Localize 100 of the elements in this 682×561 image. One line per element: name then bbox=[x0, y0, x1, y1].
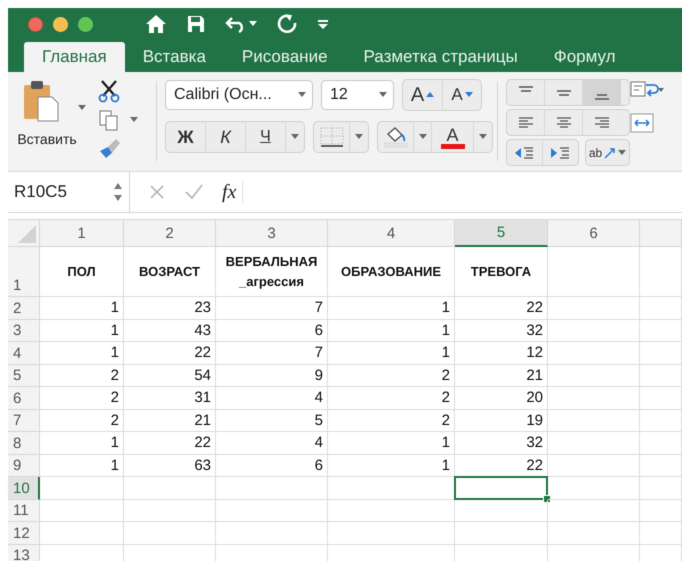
align-bottom-button[interactable] bbox=[583, 80, 621, 105]
merge-cells-icon[interactable] bbox=[630, 113, 654, 133]
scissors-icon[interactable] bbox=[98, 79, 120, 103]
font-name-field[interactable]: Calibri (Осн... bbox=[165, 80, 313, 110]
table-cell: 19 bbox=[455, 410, 548, 432]
ribbon-tab[interactable]: Рисование bbox=[224, 42, 346, 72]
ribbon-tab[interactable]: Разметка страницы bbox=[346, 42, 536, 72]
font-size-field[interactable]: 12 bbox=[321, 80, 394, 110]
table-cell: 2 bbox=[40, 410, 124, 432]
table-cell: 9 bbox=[216, 364, 328, 387]
column-header[interactable]: 6 bbox=[548, 220, 640, 247]
caret-icon bbox=[418, 134, 426, 140]
column-header[interactable]: 2 bbox=[124, 220, 216, 247]
table-cell bbox=[640, 247, 682, 297]
paint-bucket-icon bbox=[382, 126, 410, 148]
align-right-icon bbox=[593, 116, 611, 130]
table-cell bbox=[640, 454, 682, 477]
row-header[interactable]: 6 bbox=[8, 387, 40, 410]
increase-indent-icon bbox=[550, 146, 570, 160]
color-bar bbox=[440, 144, 464, 148]
table-cell bbox=[640, 522, 682, 544]
table-cell: 1 bbox=[328, 320, 455, 342]
underline-button[interactable]: Ч bbox=[246, 122, 286, 152]
row-header[interactable]: 2 bbox=[8, 297, 40, 320]
customize-icon[interactable] bbox=[317, 19, 329, 29]
table-cell bbox=[640, 342, 682, 364]
caret-icon[interactable] bbox=[249, 21, 257, 27]
up-triangle-icon bbox=[426, 92, 434, 98]
orientation-button[interactable]: ab bbox=[586, 140, 629, 165]
table-cell: 1 bbox=[328, 342, 455, 364]
table-cell: 32 bbox=[455, 432, 548, 454]
table-cell: 1 bbox=[328, 454, 455, 477]
italic-button[interactable]: К bbox=[206, 122, 246, 152]
table-cell: 1 bbox=[40, 342, 124, 364]
caret-icon[interactable] bbox=[298, 92, 306, 98]
copy-icon[interactable] bbox=[98, 109, 120, 131]
caret-icon[interactable] bbox=[78, 105, 86, 111]
insert-function-button[interactable]: fx bbox=[222, 180, 236, 204]
row-header[interactable]: 13 bbox=[8, 544, 40, 561]
format-painter-icon[interactable] bbox=[98, 137, 122, 159]
column-header[interactable]: 4 bbox=[328, 220, 455, 247]
table-cell: 32 bbox=[455, 320, 548, 342]
table-cell bbox=[640, 500, 682, 522]
minimize-button[interactable] bbox=[53, 16, 68, 32]
column-header[interactable]: 1 bbox=[40, 220, 124, 247]
caret-icon[interactable] bbox=[130, 117, 138, 123]
redo-icon[interactable] bbox=[277, 14, 297, 34]
caret-icon bbox=[355, 134, 363, 140]
column-header[interactable]: 5 bbox=[455, 220, 548, 247]
grow-font-button[interactable]: A bbox=[403, 80, 443, 110]
table-cell bbox=[640, 410, 682, 432]
ribbon-tab[interactable]: Формул bbox=[536, 42, 634, 72]
table-cell: 54 bbox=[124, 364, 216, 387]
table-cell: 2 bbox=[40, 387, 124, 410]
table-cell: 1 bbox=[328, 432, 455, 454]
table-cell bbox=[640, 297, 682, 320]
paste-button[interactable]: Вставить bbox=[17, 131, 77, 147]
row-header[interactable]: 11 bbox=[8, 500, 40, 522]
row-header[interactable]: 12 bbox=[8, 522, 40, 544]
row-header[interactable]: 7 bbox=[8, 410, 40, 432]
table-cell: 1 bbox=[40, 432, 124, 454]
save-icon[interactable] bbox=[187, 15, 205, 33]
align-top-icon bbox=[518, 86, 532, 92]
align-left-icon bbox=[516, 116, 534, 130]
table-cell: 22 bbox=[124, 432, 216, 454]
table-cell: 23 bbox=[124, 297, 216, 320]
zoom-button[interactable] bbox=[78, 16, 93, 32]
table-cell: 7 bbox=[216, 297, 328, 320]
table-cell: 63 bbox=[124, 454, 216, 477]
row-header[interactable]: 4 bbox=[8, 342, 40, 364]
home-icon[interactable] bbox=[145, 14, 167, 34]
row-header[interactable]: 9 bbox=[8, 454, 40, 477]
table-cell: 1 bbox=[40, 454, 124, 477]
row-header[interactable]: 3 bbox=[8, 320, 40, 342]
caret-icon bbox=[291, 134, 299, 140]
table-cell: 2 bbox=[328, 364, 455, 387]
ribbon-tab[interactable]: Вставка bbox=[124, 42, 224, 72]
row-header[interactable]: 5 bbox=[8, 364, 40, 387]
table-cell bbox=[640, 320, 682, 342]
table-cell: 1 bbox=[40, 320, 124, 342]
table-cell bbox=[640, 477, 682, 500]
table-cell: 4 bbox=[216, 387, 328, 410]
table-cell bbox=[640, 387, 682, 410]
row-header[interactable]: 1 bbox=[8, 247, 40, 297]
table-cell bbox=[640, 432, 682, 454]
table-cell: 1 bbox=[328, 297, 455, 320]
row-header[interactable]: 10 bbox=[8, 477, 40, 500]
shrink-font-button[interactable]: A bbox=[443, 80, 481, 110]
table-cell: 43 bbox=[124, 320, 216, 342]
bold-button[interactable]: Ж bbox=[166, 122, 206, 152]
table-cell: 31 bbox=[124, 387, 216, 410]
row-header[interactable]: 8 bbox=[8, 432, 40, 454]
decrease-indent-icon bbox=[514, 146, 534, 160]
column-header[interactable]: 3 bbox=[216, 220, 328, 247]
ribbon-tab[interactable]: Главная bbox=[24, 42, 125, 72]
caret-icon bbox=[479, 134, 487, 140]
table-cell: 6 bbox=[216, 454, 328, 477]
table-cell: 22 bbox=[124, 342, 216, 364]
table-cell: 1 bbox=[40, 297, 124, 320]
caret-icon[interactable] bbox=[379, 92, 387, 98]
